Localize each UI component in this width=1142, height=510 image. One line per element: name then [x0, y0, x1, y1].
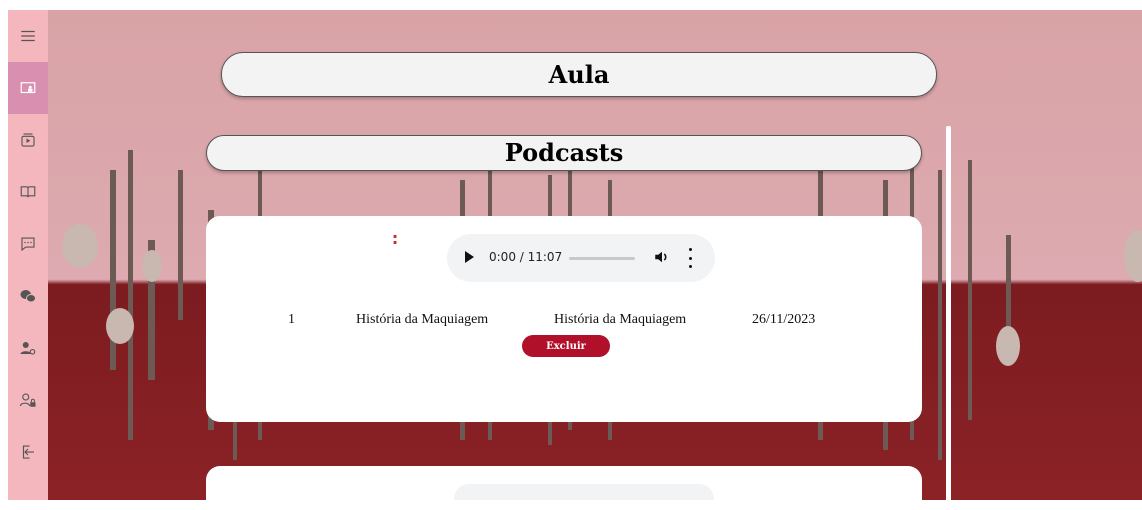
logout-icon — [22, 445, 34, 459]
user-lock-icon — [19, 393, 36, 407]
chat-icon — [21, 237, 35, 252]
podcast-date: 26/11/2023 — [752, 312, 816, 327]
user-settings-icon — [20, 342, 36, 355]
wechat-icon — [20, 290, 36, 303]
audio-time: 0:00 / 11:07 — [489, 250, 563, 264]
sidebar-item-logout[interactable] — [8, 426, 48, 478]
podcast-card — [206, 466, 922, 500]
sidebar — [8, 10, 48, 500]
options-dots-icon[interactable]: · · — [392, 229, 398, 251]
sidebar-item-user-settings[interactable] — [8, 322, 48, 374]
play-icon[interactable] — [465, 251, 474, 263]
hamburger-menu-icon — [21, 30, 35, 42]
video-library-icon — [21, 133, 35, 147]
volume-icon[interactable] — [653, 248, 671, 266]
sidebar-item-chat[interactable] — [8, 218, 48, 270]
class-icon — [20, 82, 36, 94]
page-title: Aula — [221, 52, 937, 97]
sidebar-item-aula[interactable] — [8, 62, 48, 114]
audio-player — [454, 484, 714, 500]
menu-button[interactable] — [8, 10, 48, 62]
audio-progress-bar[interactable] — [569, 257, 635, 260]
sidebar-item-community[interactable] — [8, 270, 48, 322]
sidebar-item-user-lock[interactable] — [8, 374, 48, 426]
podcast-card: · · 0:00 / 11:07 1 História da Maquiagem … — [206, 216, 922, 422]
podcast-description: História da Maquiagem — [554, 312, 687, 327]
podcast-id: 1 — [288, 312, 295, 327]
sidebar-item-books[interactable] — [8, 166, 48, 218]
audio-player: 0:00 / 11:07 — [447, 234, 715, 282]
scrollbar[interactable] — [946, 126, 951, 500]
podcast-title: História da Maquiagem — [356, 312, 489, 327]
app-frame: Aula Podcasts · · 0:00 / 11:07 1 História… — [8, 10, 1142, 500]
more-options-icon[interactable] — [687, 248, 693, 268]
book-icon — [20, 186, 36, 198]
delete-button[interactable]: Excluir — [522, 335, 610, 357]
sidebar-item-videos[interactable] — [8, 114, 48, 166]
section-title: Podcasts — [206, 135, 922, 171]
